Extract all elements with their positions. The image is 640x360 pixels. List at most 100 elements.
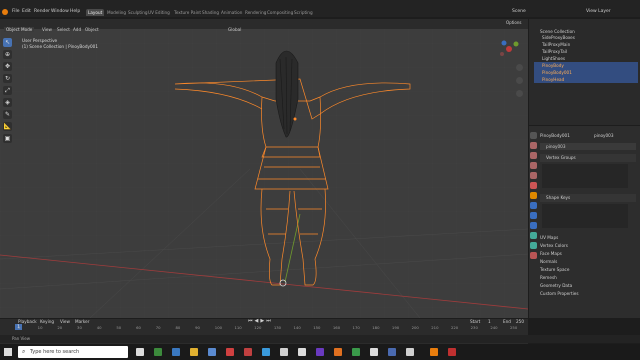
render-properties-icon[interactable] — [530, 142, 537, 149]
shape-keys-header[interactable]: Shape Keys — [540, 194, 636, 202]
tab-scripting[interactable]: Scripting — [292, 9, 315, 16]
app-icon[interactable] — [226, 348, 234, 356]
timeline-tick-label: 80 — [175, 325, 181, 330]
app-icon[interactable] — [208, 348, 216, 356]
outliner-item-selected[interactable]: PinoyBody — [534, 62, 638, 69]
playback-controls[interactable]: ⏮◀▶⏭ — [248, 318, 298, 325]
app-icon[interactable] — [388, 348, 396, 356]
constraints-properties-icon[interactable] — [530, 232, 537, 239]
firefox-icon[interactable] — [334, 348, 342, 356]
scene-properties-icon[interactable] — [530, 172, 537, 179]
vertex-groups-header[interactable]: Vertex Groups — [540, 154, 636, 162]
app-icon[interactable] — [154, 348, 162, 356]
timeline-menu-view[interactable]: View — [60, 319, 70, 324]
material-properties-icon[interactable] — [530, 252, 537, 259]
app-icon[interactable] — [280, 348, 288, 356]
outliner-item[interactable]: TailProxyMain — [534, 41, 638, 48]
mesh-data-properties-icon[interactable] — [530, 242, 537, 249]
vertex-groups-list[interactable] — [542, 164, 628, 188]
app-icon[interactable] — [406, 348, 414, 356]
tab-modeling[interactable]: Modeling — [105, 9, 128, 16]
app-icon[interactable] — [262, 348, 270, 356]
tab-uv-editing[interactable]: UV Editing — [146, 9, 172, 16]
options-dropdown[interactable]: Options — [506, 20, 521, 25]
windows-start-icon[interactable] — [4, 348, 12, 356]
outliner-item[interactable]: SideProxyBoxes — [534, 34, 638, 41]
blender-taskbar-icon[interactable] — [430, 348, 438, 356]
custom-properties-panel[interactable]: Custom Properties — [540, 291, 579, 296]
menu-edit[interactable]: Edit — [22, 9, 31, 14]
face-maps-panel[interactable]: Face Maps — [540, 251, 562, 256]
menu-file[interactable]: File — [12, 9, 20, 14]
mode-selector[interactable]: Object Mode — [4, 27, 35, 32]
timeline-menu-keying[interactable]: Keying — [40, 319, 54, 324]
timeline-menu-marker[interactable]: Marker — [75, 319, 89, 324]
app-icon[interactable] — [172, 348, 180, 356]
blender-logo-icon[interactable] — [2, 9, 8, 15]
app-icon[interactable] — [370, 348, 378, 356]
transform-orientation[interactable]: Global — [228, 27, 241, 32]
navigation-gizmo[interactable] — [496, 38, 522, 60]
end-frame-value[interactable]: 250 — [516, 319, 524, 324]
mesh-data-field[interactable]: pinoy003 — [540, 143, 636, 150]
timeline-tick-label: 230 — [470, 325, 478, 330]
object-properties-icon[interactable] — [530, 192, 537, 199]
menu-help[interactable]: Help — [70, 9, 80, 14]
start-frame-value[interactable]: 1 — [488, 319, 491, 324]
task-view-icon[interactable] — [136, 348, 144, 356]
particles-properties-icon[interactable] — [530, 212, 537, 219]
timeline-tick-label: 150 — [313, 325, 321, 330]
tab-compositing[interactable]: Compositing — [265, 9, 295, 16]
outliner-item[interactable]: LightShoes — [534, 55, 638, 62]
remesh-panel[interactable]: Remesh — [540, 275, 557, 280]
tab-texture-paint[interactable]: Texture Paint — [172, 9, 203, 16]
scene-selector[interactable]: Scene — [512, 9, 526, 14]
app-icon[interactable] — [448, 348, 456, 356]
cursor-tool-icon[interactable]: ⊕ — [3, 50, 12, 59]
viewport-menu-add[interactable]: Add — [73, 27, 81, 32]
view-layer-selector[interactable]: View Layer — [586, 9, 611, 14]
uv-maps-panel[interactable]: UV Maps — [540, 235, 558, 240]
file-explorer-icon[interactable] — [190, 348, 198, 356]
modifier-properties-icon[interactable] — [530, 202, 537, 209]
3d-viewport[interactable] — [0, 19, 528, 318]
menu-window[interactable]: Window — [51, 9, 69, 14]
measure-tool-icon[interactable]: 📐 — [3, 122, 12, 131]
shape-keys-list[interactable] — [542, 204, 628, 228]
vertex-colors-panel[interactable]: Vertex Colors — [540, 243, 568, 248]
normals-panel[interactable]: Normals — [540, 259, 557, 264]
physics-properties-icon[interactable] — [530, 222, 537, 229]
menu-render[interactable]: Render — [34, 9, 50, 14]
zoom-icon[interactable] — [516, 64, 523, 71]
pan-icon[interactable] — [516, 77, 523, 84]
geometry-data-panel[interactable]: Geometry Data — [540, 283, 572, 288]
world-properties-icon[interactable] — [530, 182, 537, 189]
tool-properties-icon[interactable] — [530, 132, 537, 139]
data-name: pinoy003 — [594, 133, 614, 138]
rotate-tool-icon[interactable]: ↻ — [3, 74, 12, 83]
move-tool-icon[interactable]: ✥ — [3, 62, 12, 71]
outliner-item-selected[interactable]: PinoyBody001 — [534, 69, 638, 76]
tab-animation[interactable]: Animation — [219, 9, 244, 16]
taskbar-search-box[interactable]: ⌕ Type here to search — [18, 346, 128, 358]
app-icon[interactable] — [352, 348, 360, 356]
outliner-item-selected[interactable]: PinoyHead — [534, 76, 638, 83]
output-properties-icon[interactable] — [530, 152, 537, 159]
scale-tool-icon[interactable]: ⤢ — [3, 86, 12, 95]
viewport-menu-select[interactable]: Select — [57, 27, 70, 32]
viewport-menu-object[interactable]: Object — [85, 27, 99, 32]
tab-layout[interactable]: Layout — [86, 9, 105, 16]
chrome-icon[interactable] — [298, 348, 306, 356]
add-cube-tool-icon[interactable]: ▣ — [3, 134, 12, 143]
viewport-menu-view[interactable]: View — [42, 27, 52, 32]
outliner-item[interactable]: TailProxyTail — [534, 48, 638, 55]
select-box-tool-icon[interactable]: ↖ — [3, 38, 12, 47]
camera-view-icon[interactable] — [516, 90, 523, 97]
annotate-tool-icon[interactable]: ✎ — [3, 110, 12, 119]
texture-space-panel[interactable]: Texture Space — [540, 267, 569, 272]
app-icon[interactable] — [316, 348, 324, 356]
tab-shading[interactable]: Shading — [200, 9, 221, 16]
transform-tool-icon[interactable]: ◈ — [3, 98, 12, 107]
app-icon[interactable] — [244, 348, 252, 356]
view-layer-properties-icon[interactable] — [530, 162, 537, 169]
